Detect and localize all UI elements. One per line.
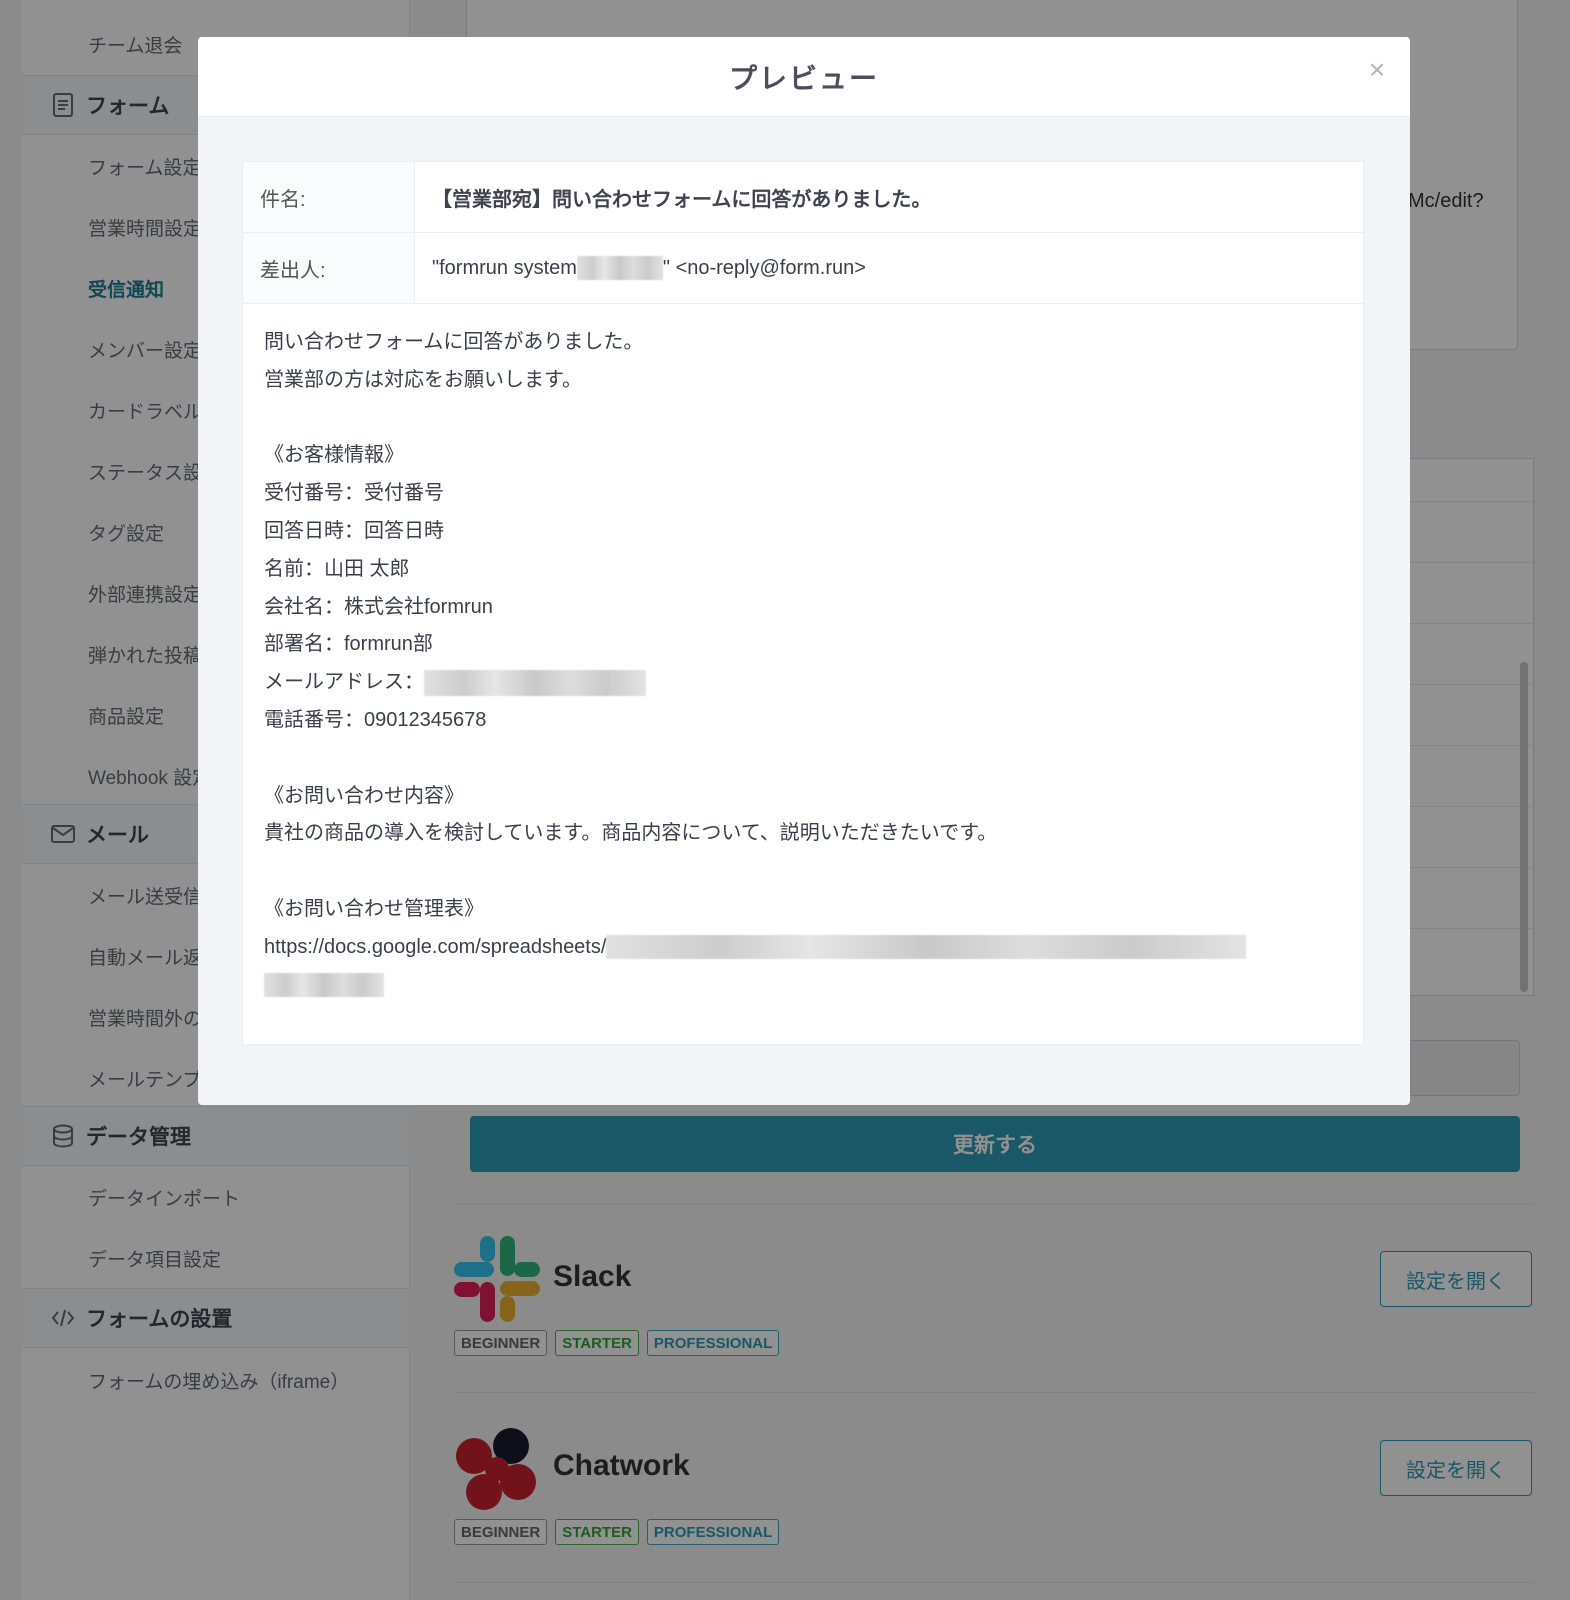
body-heading: 《お問い合わせ内容》 xyxy=(264,784,464,807)
redacted-email-blur xyxy=(424,669,646,696)
body-line-sheet-url: https://docs.google.com/spreadsheets/ xyxy=(264,929,1354,967)
body-line: 会社名：株式会社formrun xyxy=(264,595,493,618)
body-heading: 《お客様情報》 xyxy=(264,444,404,467)
email-preview-card: 件名: 【営業部宛】問い合わせフォームに回答がありました。 差出人: "form… xyxy=(242,161,1364,1045)
preview-modal: プレビュー × 件名: 【営業部宛】問い合わせフォームに回答がありました。 差出… xyxy=(198,37,1410,1105)
redacted-url-blur xyxy=(606,935,1247,960)
redacted-sender-blur xyxy=(576,256,663,280)
sender-row: 差出人: "formrun system " <no-reply@form.run… xyxy=(243,233,1363,304)
email-label: メールアドレス： xyxy=(264,671,424,694)
redacted-url-blur xyxy=(264,973,384,998)
body-line: 問い合わせフォームに回答がありました。 xyxy=(264,331,644,353)
sheet-url-prefix: https://docs.google.com/spreadsheets/ xyxy=(264,935,607,958)
body-heading: 《お問い合わせ管理表》 xyxy=(264,897,484,920)
sender-label: 差出人: xyxy=(243,233,415,303)
body-line: 部署名：formrun部 xyxy=(264,633,433,656)
sender-suffix: " <no-reply@form.run> xyxy=(662,256,866,279)
subject-label: 件名: xyxy=(243,162,415,232)
body-line: 名前：山田 太郎 xyxy=(264,557,410,580)
modal-header: プレビュー × xyxy=(198,37,1410,117)
subject-value: 【営業部宛】問い合わせフォームに回答がありました。 xyxy=(432,188,932,211)
body-line: 営業部の方は対応をお願いします。 xyxy=(264,368,582,391)
body-line-email: メールアドレス： xyxy=(264,664,1354,702)
sender-value: "formrun system " <no-reply@form.run> xyxy=(415,233,1363,303)
modal-title: プレビュー xyxy=(728,62,879,94)
sender-prefix: "formrun system xyxy=(432,256,577,279)
body-line: 回答日時：回答日時 xyxy=(264,519,444,542)
subject-row: 件名: 【営業部宛】問い合わせフォームに回答がありました。 xyxy=(243,162,1363,233)
body-line: 電話番号：09012345678 xyxy=(264,708,487,731)
body-line: 受付番号：受付番号 xyxy=(264,482,444,505)
email-body: 問い合わせフォームに回答がありました。 営業部の方は対応をお願いします。 《お客… xyxy=(264,324,1354,1004)
body-line: 貴社の商品の導入を検討しています。商品内容について、説明いただきたいです。 xyxy=(264,822,998,845)
close-icon[interactable]: × xyxy=(1362,55,1392,85)
body-line-sheet-url-cont xyxy=(264,967,1354,1005)
